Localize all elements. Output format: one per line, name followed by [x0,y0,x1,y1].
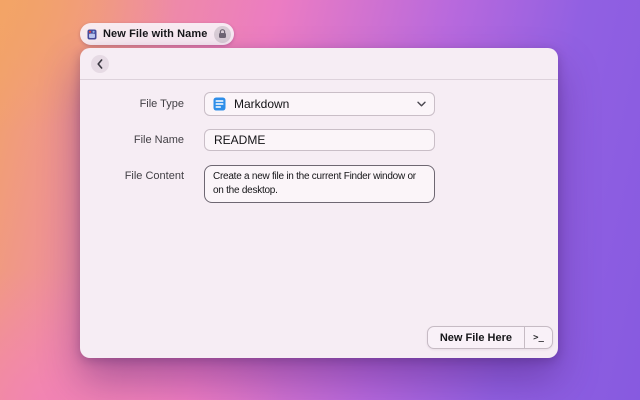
lock-icon [218,29,227,39]
chevron-left-icon [97,59,103,69]
action-pill[interactable]: New File with Name [80,23,234,45]
file-name-label: File Name [80,129,184,151]
file-type-select[interactable]: Markdown [204,92,435,116]
file-name-input[interactable] [204,129,435,151]
desktop-wallpaper: New File with Name File Type [0,0,640,400]
file-content-label: File Content [80,169,184,183]
dialog-header [80,48,558,80]
new-file-here-button[interactable]: New File Here [428,327,524,348]
footer-split-button: New File Here >_ [427,326,553,349]
chevron-down-icon [417,101,426,107]
file-type-value: Markdown [234,97,409,111]
terminal-prompt-icon: >_ [533,333,544,343]
mini-app-icon [87,29,97,40]
back-button[interactable] [91,55,109,73]
action-pill-title: New File with Name [103,28,208,40]
terminal-button[interactable]: >_ [525,327,552,348]
file-type-label: File Type [80,92,184,116]
markdown-file-icon [213,97,226,111]
lock-badge [214,26,231,43]
file-content-textarea[interactable]: Create a new file in the current Finder … [204,165,435,203]
new-file-dialog: File Type Markdown File Name File Conten… [80,48,558,358]
